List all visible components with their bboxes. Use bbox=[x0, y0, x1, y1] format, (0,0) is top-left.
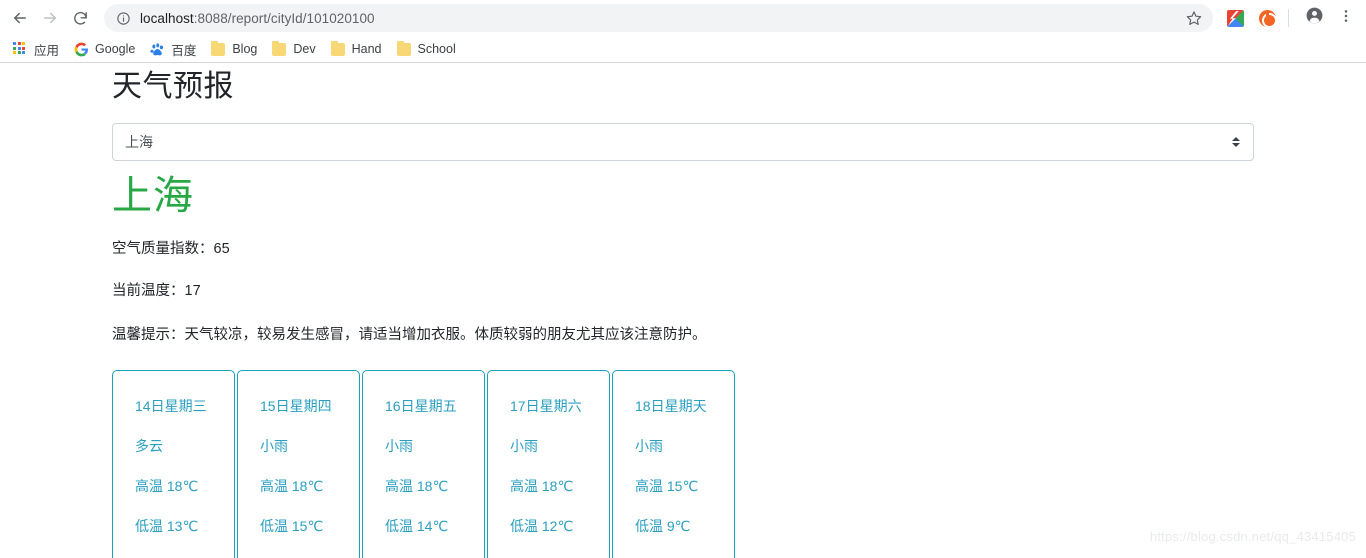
bookmark-label: 应用 bbox=[34, 43, 60, 58]
browser-toolbar: localhost:8088/report/cityId/101020100 bbox=[0, 0, 1366, 36]
forecast-low: 低温 15℃ bbox=[260, 518, 324, 535]
forecast-high: 高温 18℃ bbox=[135, 478, 199, 495]
watermark: https://blog.csdn.net/qq_43415405 bbox=[1149, 529, 1356, 544]
bookmark-dev[interactable]: Dev bbox=[267, 38, 323, 60]
forecast-condition: 小雨 bbox=[510, 438, 538, 455]
content-container: 天气预报 上海 上海 空气质量指数：65 当前温度：17 温馨提示：天气较凉，较… bbox=[112, 63, 1254, 558]
forecast-date: 16日星期五 bbox=[385, 398, 457, 415]
forecast-date: 14日星期三 bbox=[135, 398, 207, 415]
forecast-date: 17日星期六 bbox=[510, 398, 582, 415]
extension-button-1[interactable] bbox=[1221, 4, 1249, 32]
extension-button-2[interactable] bbox=[1253, 4, 1281, 32]
bookmarks-bar: 应用 Google 百度 Blog Dev Hand School bbox=[0, 36, 1366, 62]
folder-icon bbox=[271, 40, 287, 57]
forecast-high: 高温 18℃ bbox=[260, 478, 324, 495]
site-info-icon[interactable] bbox=[116, 11, 131, 26]
back-arrow-icon bbox=[11, 9, 29, 27]
aqi-line: 空气质量指数：65 bbox=[112, 241, 230, 257]
profile-button[interactable] bbox=[1300, 4, 1328, 32]
url-text: localhost:8088/report/cityId/101020100 bbox=[140, 11, 1177, 26]
bookmark-label: 百度 bbox=[171, 43, 197, 58]
city-select[interactable]: 上海 bbox=[112, 123, 1254, 161]
orange-extension-icon bbox=[1258, 9, 1277, 28]
baidu-paw-icon bbox=[149, 41, 165, 57]
folder-icon bbox=[396, 40, 412, 57]
forecast-low: 低温 13℃ bbox=[135, 518, 199, 535]
forecast-high: 高温 15℃ bbox=[635, 478, 699, 495]
three-dot-menu-icon bbox=[1338, 8, 1354, 29]
forecast-high: 高温 18℃ bbox=[385, 478, 449, 495]
bookmark-baidu[interactable]: 百度 bbox=[145, 38, 204, 60]
forecast-card[interactable]: 15日星期四 小雨 高温 18℃ 低温 15℃ 东风 bbox=[237, 370, 360, 558]
forecast-high: 高温 18℃ bbox=[510, 478, 574, 495]
forecast-card[interactable]: 14日星期三 多云 高温 18℃ 低温 13℃ 东北风 bbox=[112, 370, 235, 558]
folder-icon bbox=[330, 40, 346, 57]
url-host: localhost bbox=[140, 10, 194, 26]
forecast-date: 18日星期天 bbox=[635, 398, 707, 415]
forecast-condition: 小雨 bbox=[385, 438, 413, 455]
google-g-icon bbox=[73, 41, 89, 57]
current-temperature-line: 当前温度：17 bbox=[112, 282, 201, 299]
forecast-low: 低温 9℃ bbox=[635, 518, 691, 535]
back-button[interactable] bbox=[6, 4, 34, 32]
city-heading: 上海 bbox=[112, 174, 194, 218]
colorful-extension-icon bbox=[1226, 9, 1244, 27]
forecast-condition: 多云 bbox=[135, 438, 163, 455]
bookmark-label: School bbox=[417, 42, 456, 56]
tip-line: 温馨提示：天气较凉，较易发生感冒，请适当增加衣服。体质较弱的朋友尤其应该注意防护… bbox=[112, 326, 707, 343]
forecast-card[interactable]: 17日星期六 小雨 高温 18℃ 低温 12℃ 东北风 bbox=[487, 370, 610, 558]
bookmark-blog[interactable]: Blog bbox=[206, 38, 265, 60]
bookmark-label: Hand bbox=[351, 42, 382, 56]
forward-button[interactable] bbox=[36, 4, 64, 32]
bookmark-google[interactable]: Google bbox=[69, 38, 143, 60]
bookmark-hand[interactable]: Hand bbox=[326, 38, 390, 60]
chrome-menu-button[interactable] bbox=[1332, 4, 1360, 32]
bookmark-school[interactable]: School bbox=[392, 38, 464, 60]
forecast-card[interactable]: 16日星期五 小雨 高温 18℃ 低温 14℃ 东北风 bbox=[362, 370, 485, 558]
profile-avatar-icon bbox=[1305, 6, 1324, 30]
forecast-card[interactable]: 18日星期天 小雨 高温 15℃ 低温 9℃ 东北风 bbox=[612, 370, 735, 558]
forecast-row: 14日星期三 多云 高温 18℃ 低温 13℃ 东北风 15日星期四 小雨 高温… bbox=[112, 370, 1254, 558]
forecast-low: 低温 12℃ bbox=[510, 518, 574, 535]
forward-arrow-icon bbox=[41, 9, 59, 27]
forecast-date: 15日星期四 bbox=[260, 398, 332, 415]
url-path: :8088/report/cityId/101020100 bbox=[193, 10, 375, 26]
apps-grid-icon bbox=[12, 41, 28, 57]
folder-icon bbox=[210, 40, 226, 57]
bookmark-label: Blog bbox=[232, 42, 258, 56]
bookmark-label: Google bbox=[95, 42, 136, 56]
address-bar[interactable]: localhost:8088/report/cityId/101020100 bbox=[104, 4, 1213, 32]
forecast-low: 低温 14℃ bbox=[385, 518, 449, 535]
bookmark-star-icon[interactable] bbox=[1181, 5, 1207, 31]
bookmark-apps[interactable]: 应用 bbox=[8, 38, 67, 60]
reload-button[interactable] bbox=[66, 4, 94, 32]
reload-icon bbox=[72, 10, 89, 27]
city-select-wrapper: 上海 bbox=[112, 123, 1254, 161]
toolbar-divider bbox=[1288, 9, 1289, 27]
page-title: 天气预报 bbox=[112, 70, 234, 103]
forecast-condition: 小雨 bbox=[635, 438, 663, 455]
forecast-condition: 小雨 bbox=[260, 438, 288, 455]
browser-chrome: localhost:8088/report/cityId/101020100 应… bbox=[0, 0, 1366, 63]
bookmark-label: Dev bbox=[293, 42, 316, 56]
page-content: 天气预报 上海 上海 空气质量指数：65 当前温度：17 温馨提示：天气较凉，较… bbox=[0, 63, 1366, 558]
